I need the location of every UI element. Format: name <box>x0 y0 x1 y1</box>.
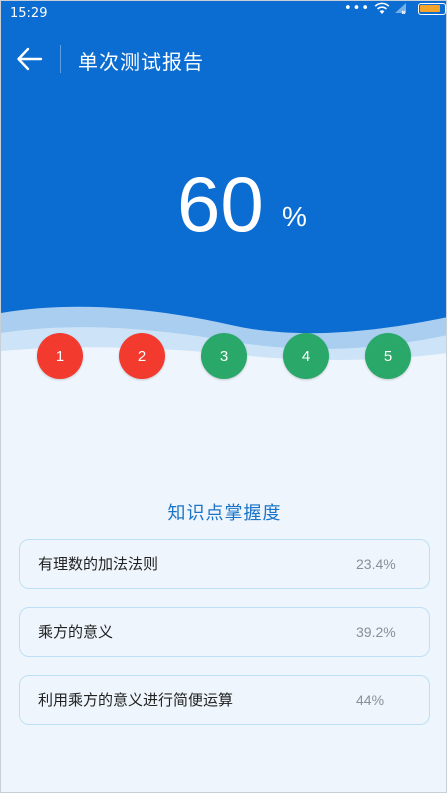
knowledge-name: 有理数的加法法则 <box>38 555 159 573</box>
question-result-list: 12345 <box>1 333 446 379</box>
wifi-icon <box>374 2 390 14</box>
battery-level <box>420 5 440 12</box>
score-display: 60 % <box>1 159 446 249</box>
knowledge-mastery-rate: 39.2% <box>356 624 396 640</box>
knowledge-section-title: 知识点掌握度 <box>167 503 282 524</box>
knowledge-name: 乘方的意义 <box>38 623 114 641</box>
status-bar: 15:29 ••• <box>1 1 446 27</box>
knowledge-mastery-rate: 23.4% <box>356 556 396 572</box>
signal-icon <box>395 3 406 14</box>
question-3-correct[interactable]: 3 <box>201 333 247 379</box>
knowledge-item[interactable]: 乘方的意义 39.2% <box>19 607 430 657</box>
app-screen: 15:29 ••• 单次测试报告 60 % 1 2 3 4 5 知识点掌握度 有… <box>0 0 447 793</box>
knowledge-item[interactable]: 利用乘方的意义进行简便运算 44% <box>19 675 430 725</box>
app-bar: 单次测试报告 <box>1 27 446 91</box>
score-unit: % <box>282 201 307 232</box>
status-time: 15:29 <box>10 6 48 21</box>
knowledge-item[interactable]: 有理数的加法法则 23.4% <box>19 539 430 589</box>
question-4-correct[interactable]: 4 <box>283 333 329 379</box>
question-2-wrong[interactable]: 2 <box>119 333 165 379</box>
question-1-wrong[interactable]: 1 <box>37 333 83 379</box>
page-title: 单次测试报告 <box>78 50 204 74</box>
arrow-left-icon <box>17 47 43 71</box>
knowledge-name: 利用乘方的意义进行简便运算 <box>38 691 234 709</box>
back-button[interactable] <box>15 45 45 73</box>
score-value: 60 <box>177 160 264 248</box>
question-5-correct[interactable]: 5 <box>365 333 411 379</box>
battery-icon <box>418 3 446 15</box>
more-status-icon: ••• <box>343 1 370 16</box>
app-bar-divider <box>60 45 61 73</box>
knowledge-mastery-rate: 44% <box>356 692 385 708</box>
